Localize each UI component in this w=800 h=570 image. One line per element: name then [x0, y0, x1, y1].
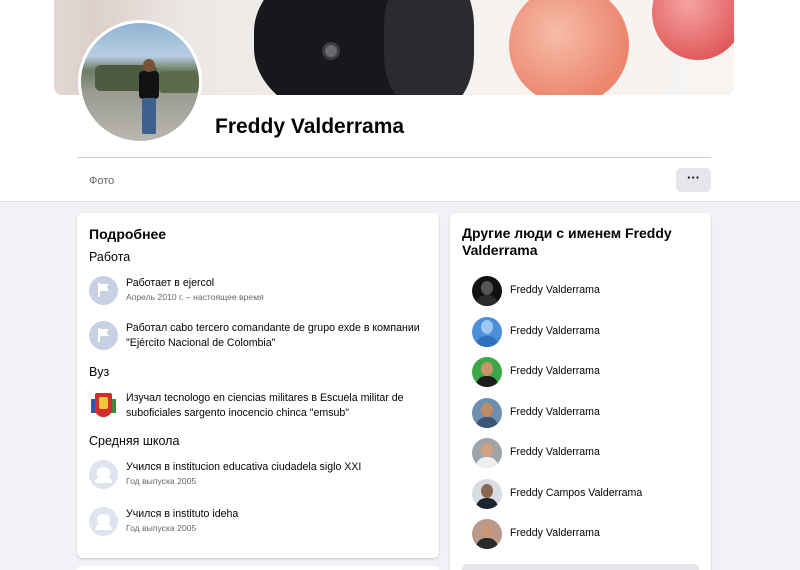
school-entry-text: Учился в institucion educativa ciudadela…	[126, 460, 426, 487]
avatar-detail	[139, 71, 159, 99]
work-place-link[interactable]: "Ejército Nacional de Colombia"	[126, 337, 275, 349]
person-item[interactable]: Freddy Valderrama	[472, 438, 702, 468]
work-entry-prefix: Работает в	[126, 277, 183, 289]
cover-shape	[322, 42, 340, 60]
person-item[interactable]: Freddy Valderrama	[472, 398, 702, 428]
work-section-label: Работа	[89, 250, 131, 264]
school-entry-detail: Год выпуска 2005	[126, 476, 197, 486]
flag-icon	[89, 276, 118, 305]
work-entry-text: Работает в ejercol Апрель 2010 г. – наст…	[126, 276, 426, 303]
person-item[interactable]: Freddy Valderrama	[472, 519, 702, 549]
person-name[interactable]: Freddy Valderrama	[510, 325, 600, 337]
work-entry-detail: Апрель 2010 г. – настоящее время	[126, 292, 264, 302]
person-name[interactable]: Freddy Valderrama	[510, 365, 600, 377]
person-avatar[interactable]	[472, 276, 502, 306]
person-avatar[interactable]	[472, 479, 502, 509]
work-entry-text: Работал cabo tercero comandante de grupo…	[126, 321, 426, 351]
person-avatar[interactable]	[472, 357, 502, 387]
about-card: Подробнее Работа Работает в ejercol Апре…	[77, 213, 439, 558]
university-entry-text: Изучал tecnologo en ciencias militares в…	[126, 391, 426, 421]
person-name[interactable]: Freddy Valderrama	[510, 527, 600, 539]
school-entry-prefix: Учился в	[126, 508, 173, 520]
more-options-button[interactable]: ···	[676, 168, 711, 192]
school-crest-icon	[89, 391, 118, 420]
university-entry-prefix: Изучал tecnologo en ciencias militares в	[126, 392, 320, 404]
profile-avatar[interactable]	[78, 20, 202, 144]
school-place-link[interactable]: instituto ideha	[173, 508, 238, 520]
school-section-label: Средняя школа	[89, 434, 180, 448]
cover-shape	[384, 0, 474, 95]
school-entry-text: Учился в instituto ideha Год выпуска 200…	[126, 507, 426, 534]
graduation-cap-icon	[89, 460, 118, 489]
person-item[interactable]: Freddy Valderrama	[472, 317, 702, 347]
school-entry-detail: Год выпуска 2005	[126, 523, 197, 533]
about-title: Подробнее	[89, 226, 167, 242]
school-entry-prefix: Учился в	[126, 461, 173, 473]
school-place-link[interactable]: institucion educativa ciudadela siglo XX…	[173, 461, 361, 473]
person-avatar[interactable]	[472, 519, 502, 549]
avatar-detail	[159, 71, 199, 93]
next-card-edge	[77, 566, 439, 570]
other-people-card: Другие люди с именем Freddy Valderrama F…	[450, 213, 711, 570]
person-item[interactable]: Freddy Valderrama	[472, 276, 702, 306]
university-section-label: Вуз	[89, 365, 110, 379]
cover-balloon	[652, 0, 734, 60]
profile-name: Freddy Valderrama	[215, 115, 405, 138]
person-item[interactable]: Freddy Campos Valderrama	[472, 479, 702, 509]
avatar-detail	[143, 59, 155, 72]
avatar-detail	[142, 98, 156, 134]
tab-photos[interactable]: Фото	[89, 175, 114, 187]
flag-icon	[89, 321, 118, 350]
person-avatar[interactable]	[472, 317, 502, 347]
work-entry-prefix: Работал cabo tercero comandante de grupo…	[126, 322, 420, 334]
graduation-cap-icon	[89, 507, 118, 536]
person-name[interactable]: Freddy Valderrama	[510, 446, 600, 458]
person-name[interactable]: Freddy Campos Valderrama	[510, 487, 642, 499]
header-divider	[77, 157, 711, 158]
person-item[interactable]: Freddy Valderrama	[472, 357, 702, 387]
profile-header: Freddy Valderrama Фото ···	[0, 0, 800, 202]
work-place-link[interactable]: ejercol	[183, 277, 214, 289]
person-name[interactable]: Freddy Valderrama	[510, 284, 600, 296]
person-avatar[interactable]	[472, 398, 502, 428]
cover-balloon	[509, 0, 629, 95]
person-name[interactable]: Freddy Valderrama	[510, 406, 600, 418]
other-people-title: Другие люди с именем Freddy Valderrama	[462, 225, 672, 258]
see-all-button[interactable]	[462, 564, 699, 570]
person-avatar[interactable]	[472, 438, 502, 468]
